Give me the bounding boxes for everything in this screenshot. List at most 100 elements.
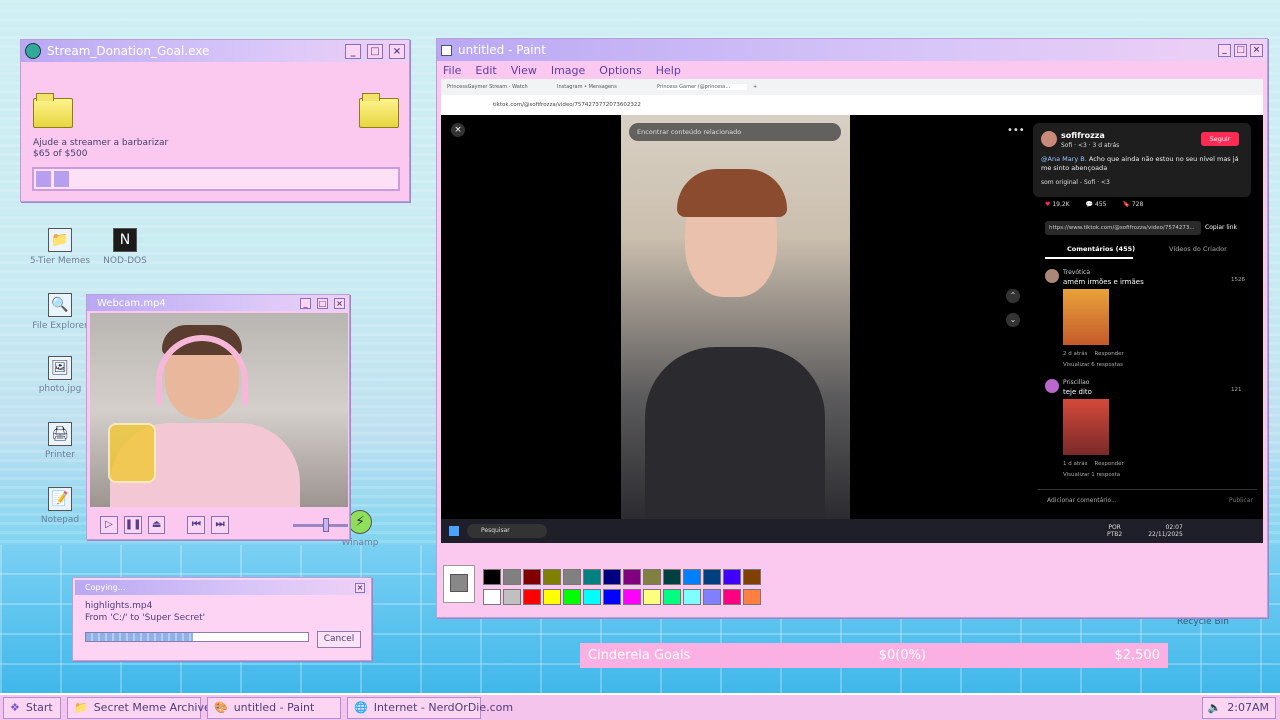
avatar[interactable] — [1045, 269, 1059, 283]
palette-color[interactable] — [663, 589, 681, 605]
palette-color[interactable] — [723, 589, 741, 605]
palette-color[interactable] — [543, 569, 561, 585]
save-count[interactable]: 🔖 728 — [1122, 201, 1143, 208]
close-button[interactable]: × — [334, 297, 345, 309]
avatar[interactable] — [1045, 379, 1059, 393]
comment-count[interactable]: 💬 455 — [1086, 201, 1107, 208]
menu-edit[interactable]: Edit — [475, 64, 496, 77]
comment-user[interactable]: Trevótica — [1063, 269, 1090, 276]
palette-color[interactable] — [583, 569, 601, 585]
caption-mention[interactable]: @Ana Mary B. — [1041, 155, 1087, 163]
sound-name[interactable]: som original - Sofi · <3 — [1041, 179, 1110, 186]
comment-image[interactable] — [1063, 289, 1109, 345]
minimize-button[interactable]: _ — [345, 43, 361, 59]
menu-view[interactable]: View — [511, 64, 537, 77]
palette-color[interactable] — [683, 569, 701, 585]
desktop-icon-file-explorer[interactable]: 🔍 File Explorer — [25, 293, 95, 331]
close-button[interactable]: × — [389, 43, 405, 59]
start-button[interactable]: ❖ Start — [3, 696, 61, 719]
chevron-up-icon[interactable]: ⌃ — [1006, 289, 1020, 303]
windows-start-icon[interactable] — [449, 526, 459, 536]
tab[interactable]: PrincessGaymer Stream - Watch — [447, 84, 551, 90]
previous-button[interactable]: ⏮ — [187, 516, 206, 534]
like-count[interactable]: ♥ 19.2K — [1045, 201, 1070, 208]
task-paint[interactable]: 🎨 untitled - Paint — [207, 696, 341, 719]
menu-options[interactable]: Options — [599, 64, 641, 77]
palette-color[interactable] — [683, 589, 701, 605]
view-replies[interactable]: Visualizar 6 respostas — [1063, 362, 1123, 368]
desktop-icon-printer[interactable]: 🖨 Printer — [25, 422, 95, 460]
comment-likes[interactable]: 121 — [1231, 387, 1242, 393]
palette-color[interactable] — [563, 589, 581, 605]
palette-color[interactable] — [523, 589, 541, 605]
comment-image[interactable] — [1063, 399, 1109, 455]
webcam-video[interactable] — [90, 313, 348, 507]
tab[interactable]: Instagram • Mensagens — [557, 84, 651, 90]
paint-canvas[interactable]: PrincessGaymer Stream - Watch Instagram … — [441, 79, 1263, 543]
speaker-icon[interactable]: 🔈 — [1208, 701, 1222, 714]
current-color-box[interactable] — [443, 565, 475, 603]
view-replies[interactable]: Visualizar 1 resposta — [1063, 472, 1120, 478]
minimize-button[interactable]: _ — [300, 297, 311, 309]
palette-color[interactable] — [663, 569, 681, 585]
comment-user[interactable]: Priscillao — [1063, 379, 1089, 386]
chevron-down-icon[interactable]: ⌄ — [1006, 313, 1020, 327]
palette-color[interactable] — [743, 569, 761, 585]
palette-color[interactable] — [583, 589, 601, 605]
desktop-icon-recycle-bin[interactable]: Recycle Bin — [1168, 617, 1238, 627]
pause-button[interactable]: ❚❚ — [123, 516, 142, 534]
palette-color[interactable] — [643, 589, 661, 605]
palette-color[interactable] — [703, 569, 721, 585]
close-button[interactable]: × — [1250, 43, 1263, 57]
minimize-button[interactable]: _ — [1218, 43, 1231, 57]
tab-comments[interactable]: Comentários (455) — [1067, 245, 1135, 253]
follow-button[interactable]: Seguir — [1201, 132, 1239, 146]
browser-address-bar[interactable]: tiktok.com/@sofifrozza/video/75742737720… — [441, 95, 1263, 115]
play-button[interactable]: ▷ — [100, 516, 118, 534]
volume-slider-handle[interactable] — [322, 517, 329, 532]
desktop-icon-notepad[interactable]: 📝 Notepad — [25, 487, 95, 525]
palette-color[interactable] — [643, 569, 661, 585]
avatar[interactable] — [1041, 131, 1057, 147]
copy-link-button[interactable]: Copiar link — [1205, 221, 1237, 235]
eject-button[interactable]: ⏏ — [147, 516, 166, 534]
palette-color[interactable] — [743, 589, 761, 605]
palette-color[interactable] — [603, 589, 621, 605]
close-icon[interactable]: × — [451, 123, 465, 137]
palette-color[interactable] — [623, 589, 641, 605]
tab-creator-videos[interactable]: Vídeos do Criador — [1169, 245, 1227, 253]
palette-color[interactable] — [503, 589, 521, 605]
language-indicator[interactable]: POR PTB2 — [1107, 524, 1122, 538]
palette-color[interactable] — [523, 569, 541, 585]
menu-file[interactable]: File — [443, 64, 461, 77]
palette-color[interactable] — [623, 569, 641, 585]
add-comment-input[interactable]: Adicionar comentário... — [1047, 497, 1117, 504]
comment-likes[interactable]: 1526 — [1231, 277, 1245, 283]
win-clock[interactable]: 02:07 22/11/2025 — [1148, 524, 1183, 538]
maximize-button[interactable]: □ — [1234, 43, 1247, 57]
win-search[interactable]: Pesquisar — [467, 524, 547, 538]
author-name[interactable]: sofifrozza — [1061, 131, 1105, 140]
more-options-icon[interactable]: ••• — [1007, 125, 1025, 136]
tab[interactable]: Princess Gamer (@princess... — [657, 84, 747, 90]
palette-color[interactable] — [483, 569, 501, 585]
share-link[interactable]: https://www.tiktok.com/@sofifrozza/video… — [1045, 221, 1201, 235]
menu-image[interactable]: Image — [551, 64, 585, 77]
cancel-button[interactable]: Cancel — [317, 631, 361, 648]
menu-help[interactable]: Help — [656, 64, 681, 77]
next-button[interactable]: ⏭ — [211, 516, 229, 534]
palette-color[interactable] — [503, 569, 521, 585]
task-secret-meme-archive[interactable]: 📁 Secret Meme Archive — [67, 696, 211, 719]
close-button[interactable]: × — [355, 582, 365, 593]
palette-color[interactable] — [603, 569, 621, 585]
reply-link[interactable]: Responder — [1095, 461, 1124, 467]
desktop-icon-photo[interactable]: 🖼 photo.jpg — [25, 356, 95, 394]
maximize-button[interactable]: □ — [317, 297, 328, 309]
palette-color[interactable] — [723, 569, 741, 585]
clock[interactable]: 2:07AM — [1227, 701, 1269, 714]
palette-color[interactable] — [703, 589, 721, 605]
palette-color[interactable] — [543, 589, 561, 605]
tiktok-video[interactable]: Encontrar conteúdo relacionado — [621, 115, 850, 519]
publish-button[interactable]: Publicar — [1229, 497, 1253, 504]
palette-color[interactable] — [563, 569, 581, 585]
